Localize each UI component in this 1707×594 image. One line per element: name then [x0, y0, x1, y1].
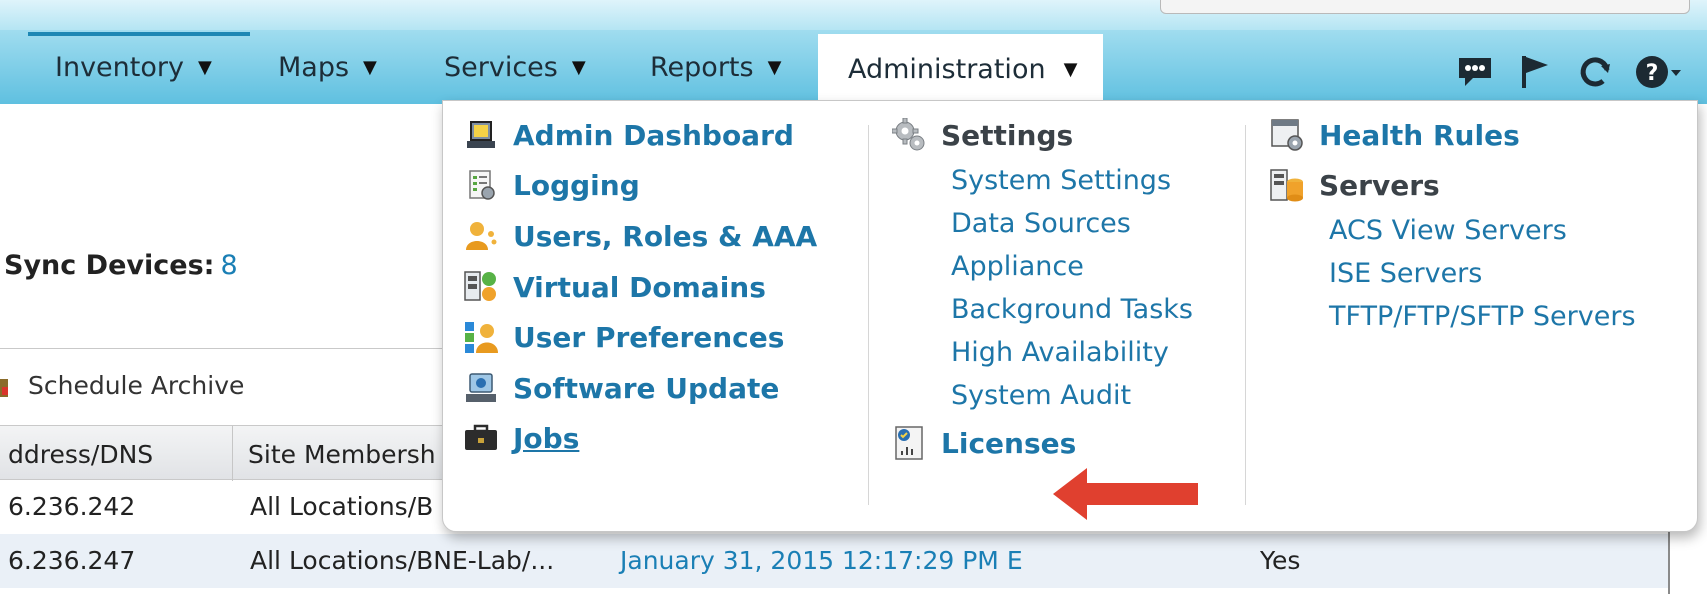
chevron-down-icon: ▼: [571, 56, 586, 78]
menu-user-preferences[interactable]: User Preferences: [463, 319, 784, 355]
menu-licenses[interactable]: Licenses: [891, 425, 1076, 461]
cell-site: All Locations/B: [250, 492, 434, 521]
menu-jobs-label: Jobs: [513, 421, 580, 455]
menu-tftp-ftp-sftp-servers[interactable]: TFTP/FTP/SFTP Servers: [1329, 301, 1636, 332]
svg-text:?: ?: [1646, 61, 1659, 86]
table-row[interactable]: 6.236.247 All Locations/BNE-Lab/... Janu…: [0, 534, 1670, 588]
admin-dashboard-icon: [463, 117, 499, 153]
menu-servers-heading: Servers: [1269, 167, 1440, 203]
menu-high-availability[interactable]: High Availability: [951, 337, 1169, 368]
chevron-down-icon: ▼: [767, 56, 782, 78]
menu-user-preferences-label: User Preferences: [513, 320, 785, 354]
menu-appliance[interactable]: Appliance: [951, 251, 1084, 282]
nav-reports[interactable]: Reports ▼: [650, 50, 781, 84]
cell-site: All Locations/BNE-Lab/...: [250, 546, 555, 575]
column-header-address[interactable]: ddress/DNS: [8, 440, 153, 469]
menu-virtual-domains[interactable]: Virtual Domains: [463, 269, 766, 305]
menu-software-update[interactable]: Software Update: [463, 370, 779, 406]
menu-jobs[interactable]: Jobs: [463, 420, 579, 456]
column-divider: [868, 125, 869, 505]
column-divider: [1245, 125, 1246, 505]
menu-health-rules-label: Health Rules: [1319, 118, 1520, 152]
servers-icon: [1269, 167, 1305, 203]
schedule-icon: [0, 378, 8, 397]
nav-maps-label: Maps: [278, 51, 350, 83]
jobs-icon: [463, 420, 499, 456]
users-icon: [463, 218, 499, 254]
nav-administration[interactable]: Administration ▼: [818, 34, 1103, 104]
header-tools: ?: [1455, 52, 1683, 92]
schedule-archive-label: Schedule Archive: [28, 371, 245, 400]
cell-date[interactable]: January 31, 2015 12:17:29 PM E: [620, 546, 1023, 575]
chevron-down-icon: ▼: [1063, 58, 1078, 80]
table-header: ddress/DNS Site Membersh: [0, 425, 500, 481]
gear-icon: [891, 117, 927, 153]
nav-inventory-label: Inventory: [55, 51, 184, 83]
help-icon[interactable]: ?: [1635, 52, 1683, 92]
nav-maps[interactable]: Maps ▼: [278, 50, 377, 84]
menu-data-sources[interactable]: Data Sources: [951, 208, 1131, 239]
virtual-domains-icon: [463, 269, 499, 305]
nav-services-label: Services: [444, 51, 558, 83]
logging-icon: [463, 167, 499, 203]
menu-users-roles-aaa[interactable]: Users, Roles & AAA: [463, 218, 817, 254]
administration-menu: Admin Dashboard Logging Users, Roles & A…: [442, 100, 1698, 532]
refresh-icon[interactable]: [1575, 52, 1615, 92]
sync-devices-count[interactable]: 8: [220, 250, 237, 281]
menu-settings-label: Settings: [941, 118, 1074, 152]
red-arrow-annotation: [1053, 468, 1198, 520]
menu-settings-heading: Settings: [891, 117, 1073, 153]
sync-devices-label: Sync Devices:: [4, 250, 215, 281]
nav-services[interactable]: Services ▼: [444, 50, 586, 84]
menu-software-update-label: Software Update: [513, 371, 780, 405]
menu-ise-servers[interactable]: ISE Servers: [1329, 258, 1482, 289]
sync-devices-summary: Sync Devices: 8: [4, 250, 238, 281]
column-separator: [232, 426, 233, 481]
chevron-down-icon: ▼: [197, 56, 212, 78]
menu-acs-view-servers[interactable]: ACS View Servers: [1329, 215, 1567, 246]
cell-address: 6.236.242: [8, 492, 136, 521]
menu-licenses-label: Licenses: [941, 426, 1077, 460]
menu-users-roles-aaa-label: Users, Roles & AAA: [513, 219, 818, 253]
chat-icon[interactable]: [1455, 52, 1495, 92]
chevron-down-icon: ▼: [363, 56, 377, 78]
active-indicator: [28, 32, 250, 36]
health-rules-icon: [1269, 117, 1305, 153]
user-preferences-icon: [463, 319, 499, 355]
menu-admin-dashboard[interactable]: Admin Dashboard: [463, 117, 794, 153]
menu-logging-label: Logging: [513, 168, 640, 202]
menu-virtual-domains-label: Virtual Domains: [513, 270, 766, 304]
nav-inventory[interactable]: Inventory ▼: [55, 50, 212, 84]
menu-health-rules[interactable]: Health Rules: [1269, 117, 1520, 153]
menu-background-tasks[interactable]: Background Tasks: [951, 294, 1193, 325]
schedule-archive-button[interactable]: Schedule Archive: [0, 371, 244, 400]
software-update-icon: [463, 370, 499, 406]
menu-admin-dashboard-label: Admin Dashboard: [513, 118, 794, 152]
flag-icon[interactable]: [1515, 52, 1555, 92]
column-header-site[interactable]: Site Membersh: [248, 440, 436, 469]
menu-system-settings[interactable]: System Settings: [951, 165, 1171, 196]
licenses-icon: [891, 425, 927, 461]
cell-address: 6.236.247: [8, 546, 136, 575]
cell-flag: Yes: [1260, 546, 1301, 575]
menu-servers-label: Servers: [1319, 168, 1440, 202]
search-box-edge[interactable]: [1160, 0, 1690, 14]
nav-reports-label: Reports: [650, 51, 754, 83]
nav-administration-label: Administration: [848, 53, 1046, 85]
menu-system-audit[interactable]: System Audit: [951, 380, 1131, 411]
menu-logging[interactable]: Logging: [463, 167, 640, 203]
panel-border: [1668, 525, 1670, 594]
toolbar-divider: [0, 348, 450, 349]
